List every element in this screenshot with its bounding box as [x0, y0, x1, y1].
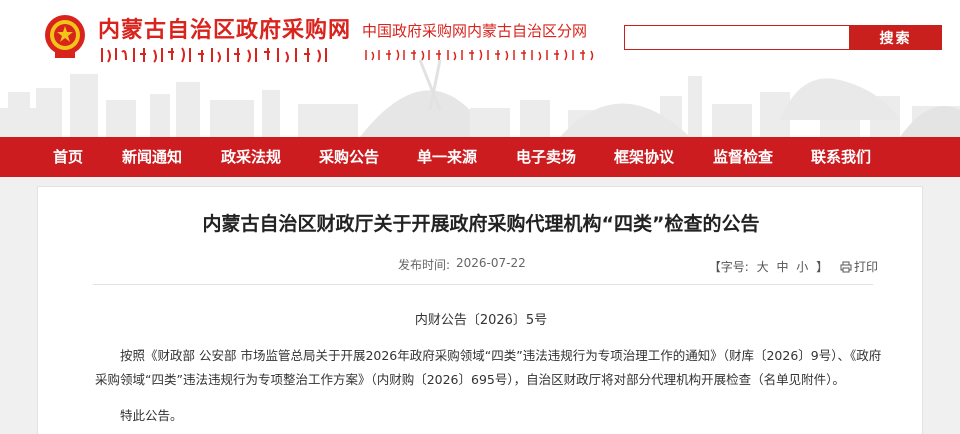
- publish-date-label: 发布时间:: [398, 258, 451, 272]
- article-title: 内蒙古自治区财政厅关于开展政府采购代理机构“四类”检查的公告: [202, 213, 760, 235]
- site-header: 内蒙古自治区政府采购网 中国政府采购网内蒙古自治区分网 搜索: [0, 0, 960, 137]
- nav-item-single-source[interactable]: 单一来源: [417, 137, 477, 177]
- article-closing: 特此公告。: [120, 408, 183, 423]
- main-nav: 首页 新闻通知 政采法规 采购公告 单一来源 电子卖场 框架协议 监督检查 联系…: [0, 137, 960, 177]
- printer-icon: [840, 261, 852, 273]
- nav-item-e-mall[interactable]: 电子卖场: [516, 137, 576, 177]
- title-divider: [93, 284, 873, 285]
- national-emblem-icon: [45, 15, 85, 58]
- font-size-small-button[interactable]: 小: [796, 260, 808, 274]
- font-size-medium-button[interactable]: 中: [776, 260, 788, 274]
- article-tools: 【字号: 大 中 小 】 打印: [709, 258, 886, 275]
- nav-item-regulations[interactable]: 政采法规: [221, 137, 281, 177]
- mongolian-script-subtitle: [365, 49, 594, 61]
- nav-item-framework-agreement[interactable]: 框架协议: [614, 137, 674, 177]
- site-title: 内蒙古自治区政府采购网: [98, 18, 352, 43]
- print-label: 打印: [853, 260, 878, 274]
- font-size-large-button[interactable]: 大: [757, 260, 769, 274]
- font-size-label: 【字号:: [708, 260, 749, 274]
- search-input[interactable]: [624, 25, 850, 50]
- nav-item-home[interactable]: 首页: [53, 137, 83, 177]
- article-panel: 内蒙古自治区财政厅关于开展政府采购代理机构“四类”检查的公告 发布时间: 202…: [37, 186, 923, 434]
- article-body: 按照《财政部 公安部 市场监管总局关于开展2026年政府采购领域“四类”违法违规…: [95, 348, 882, 387]
- search-button[interactable]: 搜索: [849, 25, 942, 50]
- nav-item-announcements[interactable]: 采购公告: [319, 137, 379, 177]
- site-subtitle: 中国政府采购网内蒙古自治区分网: [362, 22, 588, 40]
- publish-date: 2026-07-22: [456, 256, 526, 270]
- nav-item-news[interactable]: 新闻通知: [122, 137, 182, 177]
- nav-item-supervision[interactable]: 监督检查: [713, 137, 773, 177]
- nav-item-contact[interactable]: 联系我们: [811, 137, 871, 177]
- print-button[interactable]: 打印: [840, 260, 882, 274]
- mongolian-script-logo: [101, 47, 327, 63]
- font-size-close: 】: [816, 260, 829, 274]
- document-number: 内财公告〔2026〕5号: [414, 313, 548, 328]
